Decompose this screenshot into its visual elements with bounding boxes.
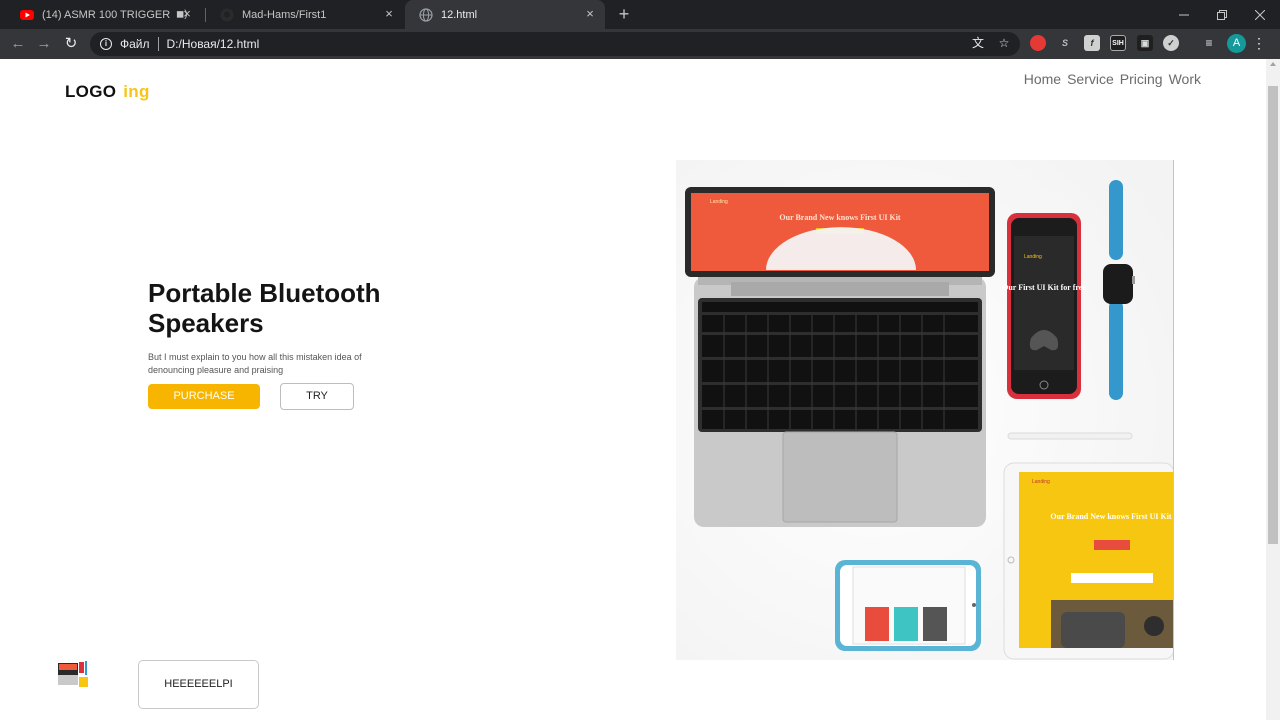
new-tab-button[interactable]: + xyxy=(614,4,634,24)
nav-home[interactable]: Home xyxy=(1024,71,1061,87)
tab-title: (14) ASMR 100 TRIGGERS To xyxy=(42,8,170,21)
extension-f-icon[interactable]: f xyxy=(1084,35,1100,51)
tab-youtube[interactable]: (14) ASMR 100 TRIGGERS To ◼) × xyxy=(6,0,202,29)
scroll-up-arrow-icon[interactable] xyxy=(1270,62,1276,66)
hero-device-mockup: Landing Our Brand New knows First UI Kit xyxy=(676,160,1174,660)
address-bar[interactable]: i Файл D:/Новая/12.html xyxy=(90,32,1020,56)
media-queue-icon[interactable]: ≡ xyxy=(1201,35,1217,51)
reload-button[interactable]: ↻ xyxy=(61,34,81,54)
tablet-mockup: Landing Our Brand New knows First UI Kit xyxy=(1003,462,1174,660)
menu-kebab-icon[interactable]: ⋮ xyxy=(1252,34,1266,53)
try-button[interactable]: TRY xyxy=(280,383,354,410)
close-icon xyxy=(1255,9,1265,20)
restore-button[interactable] xyxy=(1204,0,1240,29)
browser-toolbar: ← → ↻ i Файл D:/Новая/12.html 文 ☆ S f SI… xyxy=(0,29,1280,59)
tab-active-page[interactable]: 12.html × xyxy=(405,0,605,29)
extension-sih-icon[interactable]: SIH xyxy=(1110,35,1126,51)
back-button[interactable]: ← xyxy=(8,34,28,54)
nav-pricing[interactable]: Pricing xyxy=(1120,71,1163,87)
hero-title: Portable Bluetooth Speakers xyxy=(148,278,381,338)
address-divider xyxy=(157,37,159,51)
extension-check-icon[interactable]: ✓ xyxy=(1163,35,1179,51)
extension-cube-icon[interactable]: ▣ xyxy=(1137,35,1153,51)
extension-red-icon[interactable] xyxy=(1030,35,1046,51)
address-scheme: Файл xyxy=(120,37,150,51)
phone-headline: Our First UI Kit for free xyxy=(1002,283,1086,292)
nav-work[interactable]: Work xyxy=(1169,71,1201,87)
minimize-button[interactable] xyxy=(1166,0,1202,29)
phone-mockup: Landing Our First UI Kit for free xyxy=(1002,213,1086,399)
window-close-button[interactable] xyxy=(1242,0,1278,29)
profile-avatar[interactable]: A xyxy=(1227,34,1246,53)
forward-button[interactable]: → xyxy=(34,34,54,54)
hero-subtitle: But I must explain to you how all this m… xyxy=(148,352,362,375)
laptop-headline: Our Brand New knows First UI Kit xyxy=(779,213,901,222)
logo-main-text: LOGO xyxy=(65,82,117,101)
tablet-headline: Our Brand New knows First UI Kit xyxy=(1050,512,1172,521)
bookmark-star-icon[interactable]: ☆ xyxy=(996,35,1012,51)
laptop-mockup: Landing Our Brand New knows First UI Kit xyxy=(685,187,995,527)
small-phone-mockup xyxy=(835,560,981,651)
tab-title: 12.html xyxy=(441,8,478,21)
mockup-thumbnail-image xyxy=(58,661,88,687)
globe-icon xyxy=(419,7,433,22)
tab-title: Mad-Hams/First1 xyxy=(242,8,327,21)
site-logo[interactable]: LOGO ing xyxy=(65,82,150,102)
tab-github[interactable]: Mad-Hams/First1 × xyxy=(206,0,404,29)
translate-icon[interactable]: 文 xyxy=(970,35,986,51)
main-nav: Home Service Pricing Work xyxy=(1024,71,1201,87)
youtube-icon xyxy=(20,9,34,20)
extension-s-icon[interactable]: S xyxy=(1057,35,1073,51)
page-scrollbar[interactable] xyxy=(1266,59,1280,720)
page-viewport: LOGO ing Home Service Pricing Work Portab… xyxy=(0,59,1266,720)
github-icon xyxy=(220,8,234,21)
minimize-icon xyxy=(1179,14,1189,15)
restore-icon xyxy=(1217,9,1227,20)
tablet-brand: Landing xyxy=(1032,479,1050,485)
laptop-brand: Landing xyxy=(710,199,728,205)
scrollbar-thumb[interactable] xyxy=(1268,86,1278,544)
browser-tab-strip: (14) ASMR 100 TRIGGERS To ◼) × Mad-Hams/… xyxy=(0,0,1280,29)
close-tab-icon[interactable]: × xyxy=(180,7,194,21)
stylus-mockup xyxy=(1007,432,1133,440)
purchase-button[interactable]: PURCHASE xyxy=(148,384,260,409)
mockup-edge-line xyxy=(1173,160,1174,660)
nav-service[interactable]: Service xyxy=(1067,71,1114,87)
phone-brand: Landing xyxy=(1024,254,1042,260)
address-url[interactable]: D:/Новая/12.html xyxy=(167,37,260,51)
close-tab-icon[interactable]: × xyxy=(583,7,597,21)
close-tab-icon[interactable]: × xyxy=(382,7,396,21)
logo-accent-text: ing xyxy=(123,82,150,101)
help-button[interactable]: HEEEEEELPI xyxy=(138,660,259,709)
info-icon[interactable]: i xyxy=(100,38,112,50)
